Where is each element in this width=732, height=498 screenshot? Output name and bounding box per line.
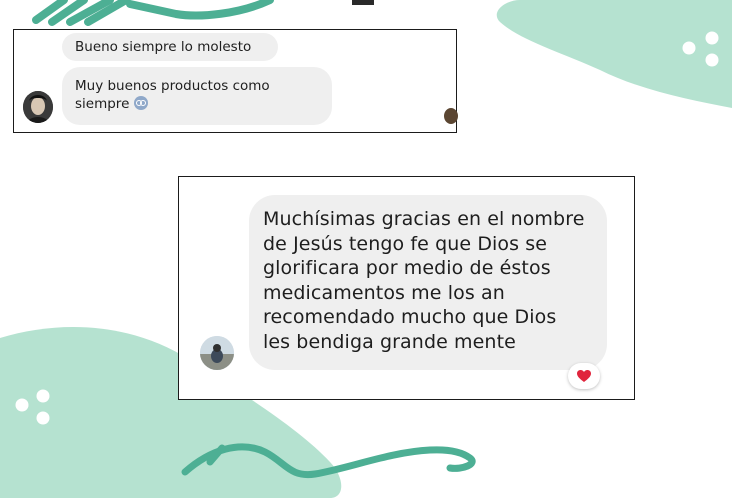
reaction-badge[interactable] bbox=[568, 363, 600, 389]
blob-dot bbox=[36, 411, 50, 425]
message-text-line: Muchísimas gracias en el nombre bbox=[263, 208, 585, 230]
message-text-line: medicamentos me los an bbox=[263, 281, 505, 304]
message-text-line: glorificara por medio de éstos bbox=[263, 257, 551, 279]
top-right-blob bbox=[496, 0, 732, 108]
avatar bbox=[23, 91, 53, 123]
blob-dot bbox=[682, 41, 696, 55]
blob-dot bbox=[705, 53, 719, 67]
message-text-line: siempre bbox=[75, 96, 130, 112]
message-text-line: Muy buenos productos como bbox=[75, 78, 270, 94]
message-text-line: les bendiga grande mente bbox=[263, 330, 516, 353]
top-zigzag bbox=[32, 0, 274, 26]
heart-icon bbox=[577, 370, 591, 382]
sunglasses-emoji-icon bbox=[133, 96, 148, 110]
message-bubble: Muy buenos productos como siempre bbox=[62, 67, 332, 125]
top-bar bbox=[352, 0, 374, 5]
chat-screenshot-1: Bueno siempre lo molesto Muy buenos prod… bbox=[13, 29, 458, 133]
message-text-line: recomendado mucho que Dios bbox=[263, 306, 557, 328]
message-text: Bueno siempre lo molesto bbox=[75, 39, 252, 55]
blob-dot bbox=[36, 389, 50, 403]
blob-dot bbox=[15, 398, 29, 412]
chat-screenshot-2: Muchísimas gracias en el nombre de Jesús… bbox=[178, 176, 635, 400]
blob-dot bbox=[705, 31, 719, 45]
message-bubble: Muchísimas gracias en el nombre de Jesús… bbox=[249, 195, 607, 370]
message-text-line: de Jesús tengo fe que Dios se bbox=[263, 232, 548, 255]
avatar bbox=[200, 336, 234, 370]
message-bubble: Bueno siempre lo molesto bbox=[62, 33, 278, 61]
read-receipt-avatar bbox=[444, 108, 458, 124]
